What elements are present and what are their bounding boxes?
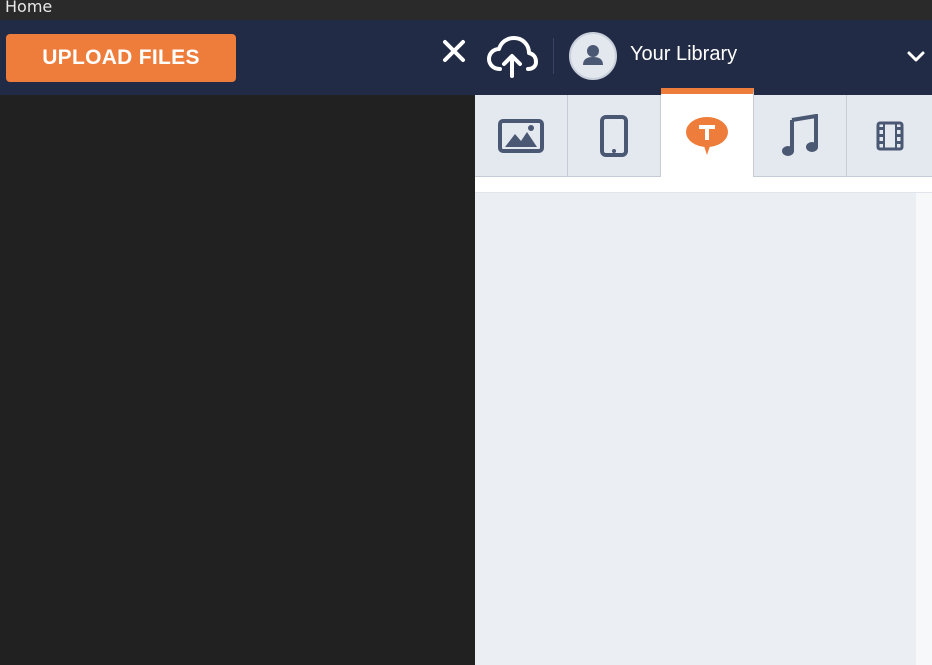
library-panel: [475, 88, 932, 665]
left-pane: [0, 95, 475, 665]
film-icon: [876, 121, 903, 150]
phone-icon: [600, 114, 628, 157]
home-link[interactable]: Home: [5, 0, 52, 16]
close-icon[interactable]: [440, 37, 468, 65]
upload-files-button[interactable]: UPLOAD FILES: [6, 34, 236, 82]
image-icon: [498, 118, 544, 153]
library-title[interactable]: Your Library: [630, 43, 737, 66]
top-bar: Home: [0, 0, 932, 20]
tab-audio[interactable]: [754, 95, 847, 177]
scrollbar[interactable]: [916, 193, 932, 665]
tab-mobile[interactable]: [568, 95, 661, 177]
user-avatar-icon[interactable]: [569, 32, 617, 80]
header-divider: [553, 38, 554, 74]
library-content: [475, 193, 916, 665]
text-bubble-icon: [686, 116, 728, 155]
header-bar: UPLOAD FILES Your Library: [0, 20, 932, 95]
music-note-icon: [782, 113, 818, 156]
cloud-upload-icon[interactable]: [486, 35, 538, 79]
tabs-underline: [475, 177, 932, 193]
chevron-down-icon[interactable]: [905, 48, 927, 64]
tab-text[interactable]: [661, 88, 754, 177]
tab-images[interactable]: [475, 95, 568, 177]
library-tabs: [475, 88, 932, 177]
tab-video[interactable]: [847, 95, 932, 177]
